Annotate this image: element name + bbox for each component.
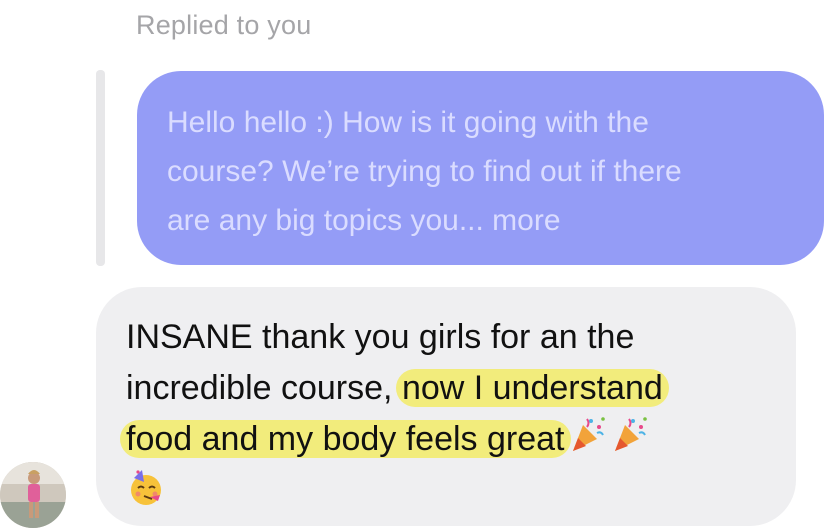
reply-message-bubble[interactable]: INSANE thank you girls for an the incred… [96,287,796,526]
reply-message-line [126,468,796,516]
message-thread: Replied to you Hello hello :) How is it … [0,0,828,531]
quoted-message-line: course? We’re trying to find out if ther… [167,155,682,188]
quoted-message-line: Hello hello :) How is it going with the [167,106,649,139]
profile-avatar[interactable] [0,462,66,528]
party-popper-icon [569,415,607,468]
highlighted-text: now I understand [395,369,669,407]
reply-message-line: incredible course, now I understand [126,363,796,414]
quote-indicator-bar [96,70,105,266]
replied-to-you-label: Replied to you [136,10,312,40]
reply-message-line: food and my body feels great [120,414,796,468]
reply-message-line: INSANE thank you girls for an the [126,318,635,356]
quoted-message-bubble[interactable]: Hello hello :) How is it going with the … [137,71,824,265]
highlighted-text: food and my body feels great [120,420,571,458]
quoted-message-line: are any big topics you... more [167,204,561,237]
reply-text-plain: incredible course, [126,369,393,407]
party-popper-icon [611,415,649,468]
partying-face-icon [126,468,166,521]
